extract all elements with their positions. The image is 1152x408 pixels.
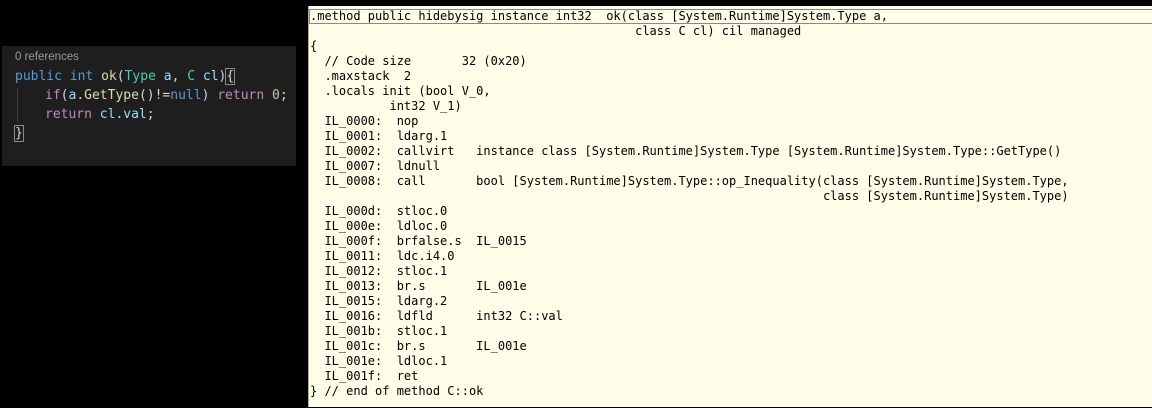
il-line: IL_001f: ret — [310, 369, 419, 383]
il-line: IL_0008: call bool [System.Runtime]Syste… — [310, 174, 1069, 188]
il-line: IL_000f: brfalse.s IL_0015 — [310, 234, 527, 248]
il-line: class C cl) cil managed — [310, 24, 802, 38]
keyword-return: return — [45, 107, 92, 122]
punct-comma: , — [171, 69, 180, 84]
il-line: IL_0000: nop — [310, 114, 419, 128]
il-line: // Code size 32 (0x20) — [310, 54, 527, 68]
il-line: IL_000d: stloc.0 — [310, 204, 448, 218]
il-line: IL_0015: ldarg.2 — [310, 294, 448, 308]
call-gettype: GetType — [84, 88, 139, 103]
punct-paren-open: ( — [116, 69, 125, 84]
il-line: IL_0013: br.s IL_001e — [310, 279, 527, 293]
il-disassembly-panel[interactable]: .method public hidebysig instance int32 … — [308, 6, 1152, 407]
il-line: .method public hidebysig instance int32 … — [309, 9, 1152, 24]
il-line: IL_001c: br.s IL_001e — [310, 339, 527, 353]
param-cl: cl — [202, 69, 219, 84]
il-line: .locals init (bool V_0, — [310, 84, 491, 98]
code-line-close: } — [14, 124, 24, 143]
punct-compare: ()!= — [138, 88, 171, 103]
punct-dot: . — [76, 88, 85, 103]
il-line: .maxstack 2 — [310, 69, 412, 83]
il-line: IL_000e: ldloc.0 — [310, 219, 448, 233]
param-type-c: C — [187, 69, 196, 84]
keyword-if: if — [45, 88, 61, 103]
method-name: ok — [101, 69, 117, 84]
code-editor[interactable]: 0 references public int ok(Type a, C cl)… — [2, 46, 296, 166]
il-line: IL_0016: ldfld int32 C::val — [310, 309, 563, 323]
il-line: } // end of method C::ok — [310, 384, 484, 398]
il-line: IL_0011: ldc.i4.0 — [310, 249, 455, 263]
keyword-return: return — [217, 88, 265, 103]
il-line: int32 V_1) — [310, 99, 462, 113]
il-line: IL_001e: ldloc.1 — [310, 354, 448, 368]
il-line: IL_0007: ldnull — [310, 159, 441, 173]
codelens-references[interactable]: 0 references — [15, 51, 79, 63]
code-line-return: return cl.val; — [15, 105, 155, 124]
field-val: val — [123, 107, 147, 122]
param-type-type: Type — [124, 69, 156, 84]
il-line: { — [310, 39, 318, 53]
il-line: IL_0002: callvirt instance class [System… — [310, 144, 1062, 158]
il-line: IL_0012: stloc.1 — [310, 264, 448, 278]
il-line: IL_0001: ldarg.1 — [310, 129, 448, 143]
keyword-null: null — [170, 88, 202, 103]
brace-open-highlighted: { — [225, 68, 236, 85]
brace-close-highlighted: } — [14, 125, 24, 142]
il-line: class [System.Runtime]System.Type) — [310, 189, 1069, 203]
code-line-signature: public int ok(Type a, C cl){ — [15, 67, 236, 86]
param-cl-ref: cl — [99, 107, 116, 122]
punct-semicolon: ; — [279, 88, 288, 103]
keyword-public: public — [15, 69, 62, 84]
number-zero: 0 — [272, 88, 280, 103]
keyword-int: int — [69, 69, 94, 84]
punct-semicolon: ; — [146, 107, 155, 122]
param-a: a — [163, 69, 172, 84]
il-line: IL_001b: stloc.1 — [310, 324, 448, 338]
code-line-if: if(a.GetType()!=null) return 0; — [15, 86, 288, 105]
punct-paren-close: ) — [201, 88, 210, 103]
